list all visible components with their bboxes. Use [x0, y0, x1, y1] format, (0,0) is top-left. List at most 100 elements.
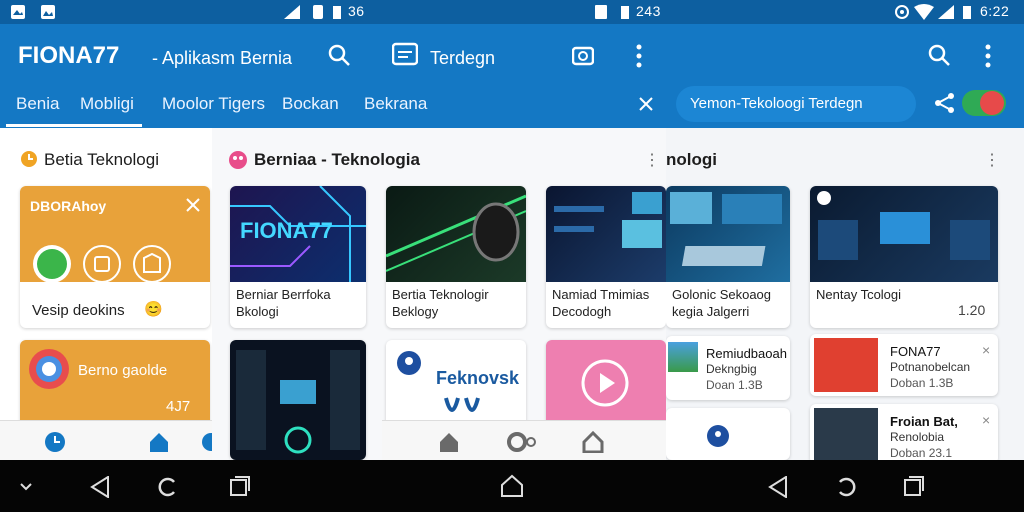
close-icon[interactable]: ×: [982, 412, 990, 428]
camera-icon[interactable]: [572, 44, 594, 66]
news-thumb-2: [386, 186, 526, 282]
bottom-nav-left: [0, 420, 212, 460]
promo-card-2-count: 4J7: [166, 398, 191, 415]
list-item-sub: Potnanobelcan: [890, 360, 971, 374]
sim-icon: [313, 5, 323, 19]
share-icon[interactable]: [934, 92, 956, 114]
back-icon-2[interactable]: [768, 476, 788, 498]
section-title-middle: Berniaa - Teknologia: [254, 150, 420, 169]
gear-icon[interactable]: [200, 431, 212, 453]
news-card-8-caption: Nentay Tcologi: [816, 287, 902, 302]
search-icon[interactable]: [328, 44, 350, 66]
recents-icon[interactable]: [230, 476, 250, 496]
lens-graphic: [386, 194, 526, 272]
list-item[interactable]: Remiudbaoah Dekngbig Doan 1.3B: [666, 336, 790, 400]
status-time-b: 243: [636, 3, 661, 19]
smile-emoji: 😊: [144, 301, 163, 318]
list-item-thumb: [668, 342, 698, 372]
list-item-title: Froian Bat,: [890, 414, 958, 429]
location-icon: [707, 425, 729, 447]
news-card-7[interactable]: Golonic Sekoaog kegia Jalgerri: [666, 186, 790, 328]
promo-card[interactable]: DBORAhoy Vesip deokins 😊: [20, 186, 210, 328]
toggle-switch[interactable]: [962, 90, 1006, 116]
play-icon[interactable]: [580, 358, 630, 408]
section-title-left: Betia Teknologi: [44, 150, 159, 169]
square-icon[interactable]: [82, 244, 122, 284]
trending-label[interactable]: Terdegn: [430, 48, 495, 69]
battery-icon: [333, 6, 341, 19]
home-icon[interactable]: [148, 431, 170, 453]
tab-moolor-tigers[interactable]: Moolor Tigers: [162, 94, 265, 114]
list-item[interactable]: FONA77 Potnanobelcan Doban 1.3B ×: [810, 334, 998, 396]
news-card-4[interactable]: [230, 340, 366, 460]
trending-icon[interactable]: [392, 42, 418, 66]
more-vert-icon[interactable]: [636, 44, 642, 68]
news-card-1[interactable]: FIONA77 Berniar Berrfoka Bkologi: [230, 186, 366, 328]
recents-icon-2[interactable]: [904, 476, 924, 496]
more-vert-icon-right[interactable]: [985, 44, 991, 68]
promo-card-label: DBORAhoy: [30, 198, 107, 214]
middle-panel: Berniaa - Teknologia ⋮ FIONA77 Berniar B…: [212, 128, 666, 460]
close-icon[interactable]: [186, 198, 200, 212]
close-icon[interactable]: ×: [982, 342, 990, 358]
status-bar: 36 243 6:22: [0, 0, 1024, 24]
news-thumb-1-text: FIONA77: [240, 218, 333, 243]
tab-bekrana[interactable]: Bekrana: [364, 94, 427, 114]
gallery-icon: [11, 5, 25, 19]
home-icon[interactable]: [438, 431, 460, 453]
search-input[interactable]: Yemon-Tekoloogi Terdegn: [676, 86, 916, 122]
app-title: FIONA77: [18, 42, 120, 69]
system-nav-bar: [0, 460, 1024, 512]
sim-icon-2: [595, 5, 607, 19]
app-subtitle: - Aplikasm Bernia: [152, 48, 293, 68]
more-vert-icon[interactable]: ⋮: [984, 150, 1000, 170]
bottom-nav-middle: [382, 420, 666, 460]
refresh-icon-2[interactable]: [836, 476, 856, 498]
chevron-down-icon[interactable]: [20, 482, 32, 492]
battery-icon-2: [621, 6, 629, 19]
building-icon[interactable]: [132, 244, 172, 284]
back-icon[interactable]: [90, 476, 110, 498]
refresh-icon[interactable]: [158, 476, 178, 498]
status-time-a: 36: [348, 3, 365, 19]
app-logo-icon: [29, 349, 69, 389]
list-item-title: FONA77: [890, 344, 941, 359]
news-card-3-caption: Namiad Tmimias Decodogh: [552, 287, 650, 319]
location-icon: [397, 351, 421, 375]
news-card-7-caption: Golonic Sekoaog kegia Jalgerri: [672, 287, 772, 319]
list-item[interactable]: [666, 408, 790, 460]
close-icon[interactable]: [638, 96, 654, 112]
clock-icon: [21, 151, 37, 167]
battery-icon-3: [963, 6, 971, 19]
list-item-title: Remiudbaoah: [706, 346, 787, 361]
toggle-knob: [980, 91, 1004, 115]
search-icon-right[interactable]: [928, 44, 950, 66]
app-bar: FIONA77 - Aplikasm Bernia Terdegn Benia …: [0, 24, 1024, 128]
promo-card-2[interactable]: Berno gaolde 4J7: [20, 340, 210, 430]
news-card-3[interactable]: Namiad Tmimias Decodogh: [546, 186, 666, 328]
news-thumb-7: [666, 186, 790, 282]
gear-icon[interactable]: [506, 431, 536, 453]
list-item-sub: Dekngbig: [706, 362, 757, 376]
news-card-2[interactable]: Bertia Teknologir Beklogy: [386, 186, 526, 328]
home-icon[interactable]: [500, 474, 524, 498]
screens-graphic: [554, 192, 662, 248]
leaf-icon[interactable]: [32, 244, 72, 284]
more-vert-icon[interactable]: ⋮: [644, 150, 660, 170]
right-panel: nologi ⋮ Golonic Sekoaog kegia Jalgerri …: [666, 128, 1024, 460]
status-time-c: 6:22: [980, 3, 1010, 19]
tab-benia[interactable]: Benia: [16, 94, 59, 114]
image-icon: [41, 5, 55, 19]
tab-mobligi[interactable]: Mobligi: [80, 94, 134, 114]
news-thumb-1: FIONA77: [230, 186, 366, 282]
clock-nav-icon[interactable]: [44, 431, 66, 453]
office-graphic: [817, 191, 990, 260]
tab-bockan[interactable]: Bockan: [282, 94, 339, 114]
settings-icon: [895, 5, 909, 19]
news-card-8[interactable]: Nentay Tcologi 1.20: [810, 186, 998, 328]
house-outline-icon[interactable]: [582, 431, 604, 453]
list-item[interactable]: Froian Bat, Renolobia Doban 23.1 ×: [810, 404, 998, 460]
promo-card-2-label: Berno gaolde: [78, 362, 168, 379]
promo-card-caption: Vesip deokins: [32, 302, 125, 319]
news-card-1-caption: Berniar Berrfoka Bkologi: [236, 287, 331, 319]
